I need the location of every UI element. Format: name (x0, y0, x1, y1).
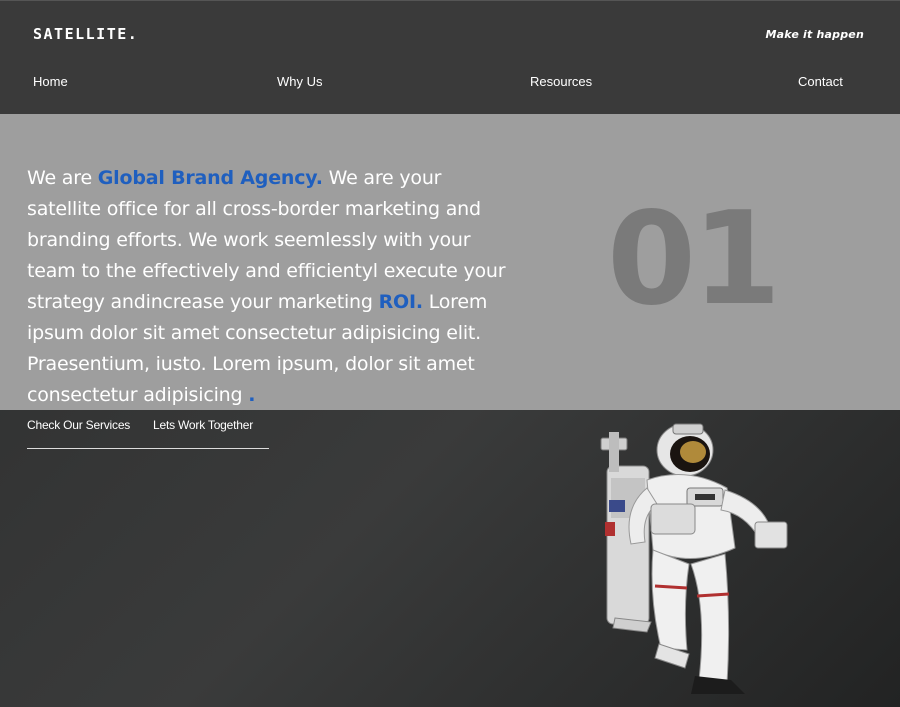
tagline: Make it happen (765, 28, 864, 41)
nav-why-us[interactable]: Why Us (277, 74, 323, 89)
agency-highlight: Global Brand Agency. (97, 167, 323, 189)
roi-highlight: ROI. (378, 291, 423, 313)
hero-intro: We are (27, 167, 98, 189)
page: SATELLITE. Make it happen Home Why Us Re… (0, 0, 900, 707)
nav-home[interactable]: Home (33, 74, 68, 89)
nav-contact[interactable]: Contact (798, 74, 843, 89)
site-logo[interactable]: SATELLITE. (33, 25, 138, 43)
nav-resources[interactable]: Resources (530, 74, 592, 89)
section-number: 01 (607, 185, 781, 334)
hero-paragraph: We are Global Brand Agency. We are your … (27, 163, 507, 411)
period-highlight: . (248, 384, 256, 406)
work-together-link[interactable]: Lets Work Together (153, 418, 253, 432)
site-header: SATELLITE. Make it happen Home Why Us Re… (0, 0, 900, 115)
astronaut-image (600, 423, 788, 694)
cta-links: Check Our Services Lets Work Together (27, 418, 269, 449)
check-services-link[interactable]: Check Our Services (27, 418, 130, 432)
hero-section: We are Global Brand Agency. We are your … (0, 114, 900, 410)
